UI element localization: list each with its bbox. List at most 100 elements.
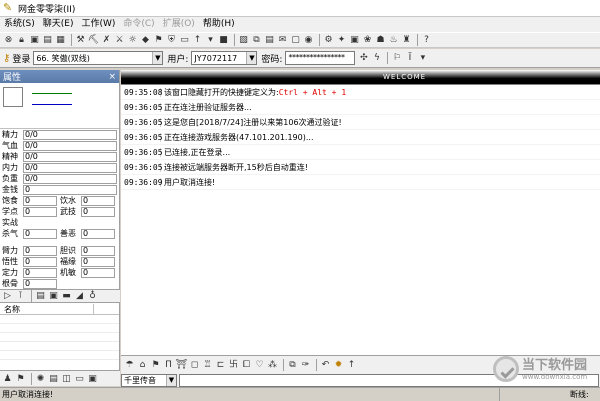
monitor-icon[interactable]: ▢ — [290, 34, 301, 46]
chevron-down-icon[interactable]: ▾ — [417, 52, 428, 64]
status-bar: 用户取消连接! 断线: — [0, 387, 600, 401]
pin-icon[interactable]: ↑ — [346, 359, 357, 371]
scroll-icon[interactable]: ▤ — [42, 34, 53, 46]
avatar — [3, 87, 23, 107]
open-book-icon[interactable]: ◫ — [61, 373, 72, 385]
chevron-down-icon[interactable]: ▼ — [246, 52, 257, 64]
square-icon[interactable]: ■ — [218, 34, 229, 46]
lightning-icon[interactable]: ϟ — [371, 52, 382, 64]
umbrella-icon[interactable]: ☂ — [124, 359, 135, 371]
chevron-down-icon[interactable]: ▼ — [152, 52, 163, 64]
cup-icon[interactable]: ♨ — [388, 34, 399, 46]
item-list[interactable]: 名称 — [0, 304, 119, 370]
shield-icon[interactable]: ⛨ — [166, 34, 177, 46]
user-select[interactable]: JY7072117 ▼ — [191, 51, 258, 65]
password-field[interactable]: **************** — [285, 51, 356, 65]
tool-icon[interactable]: ✗ — [101, 34, 112, 46]
flag-pole-icon[interactable]: ⚐ — [391, 52, 402, 64]
trophy-icon[interactable]: ♁ — [87, 290, 98, 302]
menu-help[interactable]: 帮助(H) — [199, 17, 239, 32]
feather-icon[interactable]: ◢ — [74, 290, 85, 302]
layers-icon[interactable]: ▤ — [264, 34, 275, 46]
close-icon[interactable]: × — [108, 72, 116, 82]
log-time: 09:36:05 — [121, 102, 163, 112]
pillar-icon[interactable]: Π — [163, 359, 174, 371]
card-icon[interactable]: ▭ — [74, 373, 85, 385]
menu-extend[interactable]: 扩展(O) — [159, 17, 199, 32]
chat-icon[interactable]: ✉ — [277, 34, 288, 46]
filter-icon[interactable]: Ϊ — [404, 52, 415, 64]
diamond-icon[interactable]: ◆ — [140, 34, 151, 46]
square-icon[interactable]: ◻ — [189, 359, 200, 371]
bag-icon[interactable]: ▣ — [29, 34, 40, 46]
pin-icon[interactable]: ↑ — [192, 34, 203, 46]
box-icon[interactable]: ▣ — [349, 34, 360, 46]
stat-label: 饱食 — [2, 196, 18, 205]
menu-system[interactable]: 系统(S) — [0, 17, 39, 32]
lamp-icon[interactable]: ♖ — [202, 359, 213, 371]
sun-icon[interactable]: ✺ — [35, 373, 46, 385]
hammer-icon[interactable]: ⚒ — [75, 34, 86, 46]
pin-icon[interactable]: ⊺ — [15, 290, 26, 302]
target-icon[interactable]: ✣ — [358, 52, 369, 64]
gear-icon[interactable]: ✹ — [333, 359, 344, 371]
undo-icon[interactable]: ↶ — [320, 359, 331, 371]
stat-value: 0/0 — [23, 151, 117, 162]
ruler-icon[interactable]: ⊏ — [215, 359, 226, 371]
stat-value: 0 — [23, 278, 57, 289]
book-icon[interactable]: ▤ — [35, 290, 46, 302]
lock-icon[interactable]: 🔒︎ — [16, 34, 27, 46]
toolbar-separator — [31, 372, 32, 385]
flag-icon[interactable]: ⚑ — [150, 359, 161, 371]
login-button[interactable]: ⚷ 登录 — [3, 52, 30, 65]
stat-pair-row: 饱食 0 饮水 0 — [0, 195, 119, 206]
symbol-icon[interactable]: 卐 — [228, 359, 239, 371]
window-title: 网金零零柒(II) — [18, 4, 76, 15]
bag-icon[interactable]: ▣ — [48, 290, 59, 302]
lantern-icon[interactable]: ♜ — [401, 34, 412, 46]
channel-select[interactable]: 千里传音 ▼ — [121, 373, 177, 387]
flag-icon[interactable]: ⚑ — [153, 34, 164, 46]
stat-value: 0 — [81, 256, 115, 267]
menu-work[interactable]: 工作(W) — [77, 17, 119, 32]
wand-icon[interactable]: ✑ — [300, 359, 311, 371]
heart-icon[interactable]: ♡ — [254, 359, 265, 371]
grass-icon[interactable]: ⁂ — [267, 359, 278, 371]
gate-icon[interactable]: ⛩ — [176, 359, 187, 371]
monitor-icon[interactable]: ▣ — [87, 373, 98, 385]
help-icon[interactable]: ? — [421, 34, 432, 46]
play-icon[interactable]: ▷ — [2, 290, 13, 302]
copy-icon[interactable]: ⧉ — [287, 359, 298, 371]
book-icon[interactable]: ▤ — [48, 373, 59, 385]
toolbar-separator — [316, 358, 317, 371]
chevron-down-icon[interactable]: ▼ — [166, 374, 176, 386]
box-icon[interactable]: ▬ — [61, 290, 72, 302]
flower-icon[interactable]: ❀ — [362, 34, 373, 46]
watermark-url: www.downxia.com — [522, 372, 588, 381]
gear-icon[interactable]: ⚙ — [323, 34, 334, 46]
frame-icon[interactable]: ⧠ — [241, 359, 252, 371]
flag-icon[interactable]: ⚑ — [15, 373, 26, 385]
grid-icon[interactable]: ▦ — [55, 34, 66, 46]
menu-chat[interactable]: 聊天(E) — [39, 17, 78, 32]
sword-icon[interactable]: ⚔ — [114, 34, 125, 46]
message-log[interactable]: WELCOME 09:35:08 该窗口隐藏打开的快捷键定义为:Ctrl + A… — [121, 70, 600, 355]
eye-icon[interactable]: ◉ — [303, 34, 314, 46]
temple-icon[interactable]: ⌂ — [137, 359, 148, 371]
menu-command[interactable]: 命令(C) — [119, 17, 158, 32]
sun-icon[interactable]: ☼ — [127, 34, 138, 46]
picture-icon[interactable]: ▧ — [238, 34, 249, 46]
server-select[interactable]: 66. 笑傲(双线) ▼ — [33, 51, 164, 65]
wrench-icon[interactable]: ✦ — [336, 34, 347, 46]
column-header-name[interactable]: 名称 — [0, 304, 94, 314]
copy-icon[interactable]: ⧉ — [251, 34, 262, 46]
mask-icon[interactable]: ☗ — [375, 34, 386, 46]
stat-pair-row: 定力 0 机敏 0 — [0, 267, 119, 278]
stop-icon[interactable]: ⊗ — [3, 34, 14, 46]
stat-pair-row: 学点 0 武技 0 — [0, 206, 119, 217]
people-icon[interactable]: ♟ — [2, 373, 13, 385]
book-icon[interactable]: ▭ — [179, 34, 190, 46]
log-time: 09:36:05 — [121, 132, 163, 142]
dropdown-icon[interactable]: ▾ — [205, 34, 216, 46]
pick-icon[interactable]: ⛏ — [88, 34, 99, 46]
